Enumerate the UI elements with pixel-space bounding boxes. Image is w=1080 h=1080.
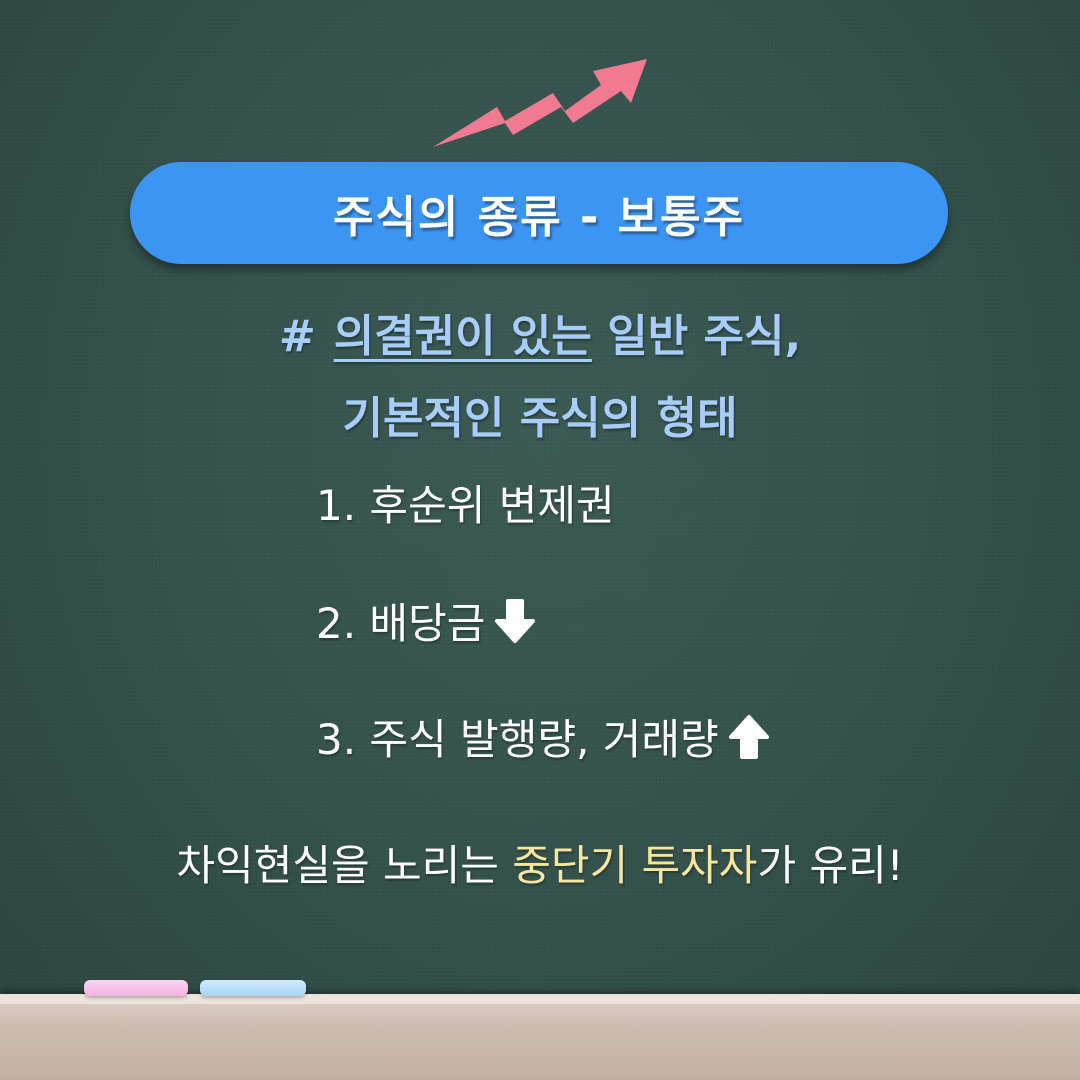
list-item: 2. 배당금 bbox=[316, 590, 537, 651]
subtitle-line-2: 기본적인 주식의 형태 bbox=[342, 393, 738, 444]
subtitle-text: 일반 주식, bbox=[591, 311, 802, 362]
list-item: 1. 후순위 변제권 bbox=[316, 472, 615, 533]
list-item-text: 3. 주식 발행량, 거래량 bbox=[316, 715, 719, 764]
conclusion-part-1: 차익현실을 노리는 bbox=[176, 841, 513, 890]
hash-mark: # bbox=[278, 311, 316, 362]
up-arrow-icon bbox=[728, 714, 769, 759]
blue-chalk bbox=[200, 980, 306, 996]
list-item: 3. 주식 발행량, 거래량 bbox=[316, 706, 771, 767]
subtitle-line-1: # 의결권이 있는 일반 주식, bbox=[0, 300, 1080, 364]
pink-chalk bbox=[84, 980, 188, 996]
list-item-text: 1. 후순위 변제권 bbox=[316, 481, 615, 530]
highlight-term: 중단기 bbox=[512, 841, 629, 890]
down-arrow-icon bbox=[495, 598, 536, 643]
highlight-term: 투자자 bbox=[641, 841, 758, 890]
page-title: 주식의 종류 - 보통주 bbox=[332, 192, 746, 243]
conclusion-part-2: 가 유리! bbox=[757, 841, 904, 890]
trend-up-arrow-icon bbox=[433, 59, 647, 147]
conclusion-space bbox=[628, 841, 641, 890]
subtitle-underlined-text: 의결권이 있는 bbox=[333, 311, 592, 362]
title-banner: 주식의 종류 - 보통주 bbox=[130, 162, 948, 264]
conclusion-text: 차익현실을 노리는 중단기 투자자가 유리! bbox=[0, 832, 1080, 893]
chalk-tray bbox=[0, 994, 1080, 1080]
list-item-text: 2. 배당금 bbox=[316, 599, 486, 648]
